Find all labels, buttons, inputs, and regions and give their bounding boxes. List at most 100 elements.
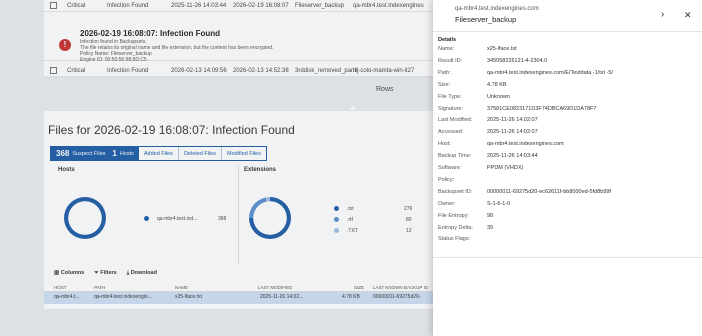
ext-panel-title: Extensions <box>244 167 277 173</box>
detail-row: Backup Time: 2025-11-26 14:03:44 <box>438 153 698 164</box>
table-row[interactable]: Critical Infection Found 2025-11-26 14:0… <box>44 0 444 12</box>
caret-pointer <box>349 106 357 110</box>
detail-key: Policy: <box>438 176 455 183</box>
tab-deleted-files[interactable]: Deleted Files <box>178 147 223 160</box>
legend-dot <box>334 228 339 234</box>
alert-line: Engine ID: 00:50:56:98:8D:C5 <box>80 57 147 63</box>
detail-value: Unknown <box>487 93 510 100</box>
filters-label: Filters <box>100 270 117 276</box>
detail-row: Policy: <box>438 177 698 188</box>
side-title: Fileserver_backup <box>455 15 517 24</box>
detail-row: Status Flags: <box>438 236 698 247</box>
legend-count: 368 <box>218 216 227 222</box>
tab-suspect-files[interactable]: 368 Suspect Files <box>51 147 111 160</box>
grid-toolbar: ▥ Columns ⏷ Filters ⤓ Download <box>54 270 157 277</box>
col-header[interactable]: LAST MODIFIED <box>258 285 292 290</box>
legend-item: .TXT <box>334 228 358 234</box>
detail-row: Name: x25-lface.txt <box>438 46 698 57</box>
detail-value: 4.78 KB <box>487 81 507 88</box>
alert-title: 2026-02-19 16:08:07: Infection Found <box>80 29 221 38</box>
details-heading: Details <box>438 37 457 43</box>
detail-value: 39 <box>487 224 494 231</box>
detail-key: Software: <box>438 165 462 171</box>
grid-cell: 2025-11-26 14:02... <box>260 294 304 300</box>
grid-header: HOST PATH NAME LAST MODIFIED SIZE LAST K… <box>44 283 444 292</box>
type-cell: Infection Found <box>107 2 149 9</box>
legend-dot <box>334 217 339 223</box>
detail-row: Software: PPDM (VHDX) <box>438 165 698 176</box>
columns-button[interactable]: ▥ Columns <box>54 270 84 277</box>
legend-item: .txt <box>334 206 354 212</box>
detail-row: Path: qa-mbr4.test.indexengines.com/E/Tes… <box>438 70 698 81</box>
alert-expanded: ! 2026-02-19 16:08:07: Infection Found I… <box>44 12 444 63</box>
grid-cell: 00000011-69275d20- <box>373 294 421 300</box>
details-side-panel: qa-mbr4.test.indexengines.com Fileserver… <box>433 0 702 336</box>
col-header[interactable]: LAST KNOWN BACKUP ID <box>373 285 428 290</box>
chevron-right-icon[interactable]: › <box>661 9 664 20</box>
detail-value: 2025-11-26 14:02:07 <box>487 129 538 136</box>
col-header[interactable]: NAME <box>175 285 188 290</box>
date-cell: 2026-02-19 16:08:07 <box>233 2 289 9</box>
detail-key: Signature: <box>438 105 464 112</box>
detail-value: qa-mbr4.test.indexengines.com/E/Testdata… <box>487 69 613 76</box>
detail-value: 00000011-69275d20-ec62611f-bb8000ed-5fd8… <box>487 188 611 195</box>
rows-label: Rows <box>376 86 394 93</box>
detail-row: Result ID: 345058226121-4-2304.0 <box>438 58 698 69</box>
col-header[interactable]: PATH <box>94 285 105 290</box>
detail-key: Accessed: <box>438 129 464 136</box>
row-checkbox[interactable] <box>50 67 57 74</box>
legend-count: 12 <box>406 228 412 234</box>
legend-count: 276 <box>404 206 413 212</box>
detail-key: Host: <box>438 141 451 148</box>
tab-hosts[interactable]: 1 Hosts <box>110 147 139 160</box>
error-icon: ! <box>59 39 71 51</box>
legend-label: .TXT <box>347 228 358 234</box>
detail-key: Backupset ID: <box>438 188 473 195</box>
download-label: Download <box>130 270 157 276</box>
filters-button[interactable]: ⏷ Filters <box>94 270 116 277</box>
grid-cell: 4.78 KB <box>342 294 360 300</box>
detail-key: Backup Time: <box>438 153 472 160</box>
detail-row: Host: qa-mbr4.test.indexengines.com <box>438 141 698 152</box>
grid-cell: qa-mbr4.test.indexengin... <box>94 294 152 300</box>
type-cell: Infection Found <box>107 67 149 74</box>
detail-value: 2025-11-26 14:03:44 <box>487 153 538 160</box>
detail-key: Entropy Delta: <box>438 224 473 231</box>
date-cell: 2026-02-13 14:09:56 <box>171 67 227 74</box>
table-row[interactable]: qa-mbr4.t... qa-mbr4.test.indexengin... … <box>44 292 444 304</box>
col-header[interactable]: HOST <box>54 285 67 290</box>
columns-label: Columns <box>60 270 85 276</box>
legend-label: .txt <box>347 206 354 212</box>
detail-key: Status Flags: <box>438 236 471 243</box>
legend-label: qa-mbr4.test.ind... <box>157 216 198 222</box>
download-button[interactable]: ⤓ Download <box>127 270 157 277</box>
detail-row: Accessed: 2025-11-26 14:02:07 <box>438 129 698 140</box>
hosts-donut <box>64 197 106 239</box>
severity-cell: Critical <box>67 2 86 9</box>
detail-value: 98 <box>487 212 494 219</box>
detail-row: Signature: 37581CE0823171D3F74DBCA69D1DA7… <box>438 106 698 117</box>
detail-value: qa-mbr4.test.indexengines.com <box>487 141 564 148</box>
severity-cell: Critical <box>67 67 86 74</box>
date-cell: 2025-11-26 14:03:44 <box>171 2 227 9</box>
detail-key: Size: <box>438 81 451 88</box>
detail-key: Last Modified: <box>438 117 473 124</box>
detail-row: Backupset ID: 00000011-69275d20-ec62611f-… <box>438 189 698 200</box>
side-host: qa-mbr4.test.indexengines.com <box>455 6 539 12</box>
detail-key: Result ID: <box>438 57 463 64</box>
legend-label: .rtf <box>347 217 353 223</box>
files-tabs: 368 Suspect Files 1 Hosts Added Files Dele… <box>50 146 267 161</box>
side-divider <box>433 257 702 258</box>
col-header[interactable]: SIZE <box>354 285 364 290</box>
detail-key: Owner: <box>438 200 456 207</box>
detail-value: S-1-6-1-0 <box>487 200 511 207</box>
tab-modified-files[interactable]: Modified Files <box>222 147 266 160</box>
grid-cell: x25-lface.txt <box>175 294 202 300</box>
row-checkbox[interactable] <box>50 2 57 9</box>
legend-count: 80 <box>406 217 412 223</box>
detail-row: File Entropy: 98 <box>438 213 698 224</box>
tab-added-files[interactable]: Added Files <box>138 147 179 160</box>
table-row[interactable]: Critical Infection Found 2026-02-13 14:0… <box>44 65 444 77</box>
host-cell: rrj-colo-mamta-win-it27 <box>353 67 415 74</box>
close-icon[interactable]: ✕ <box>684 10 692 21</box>
